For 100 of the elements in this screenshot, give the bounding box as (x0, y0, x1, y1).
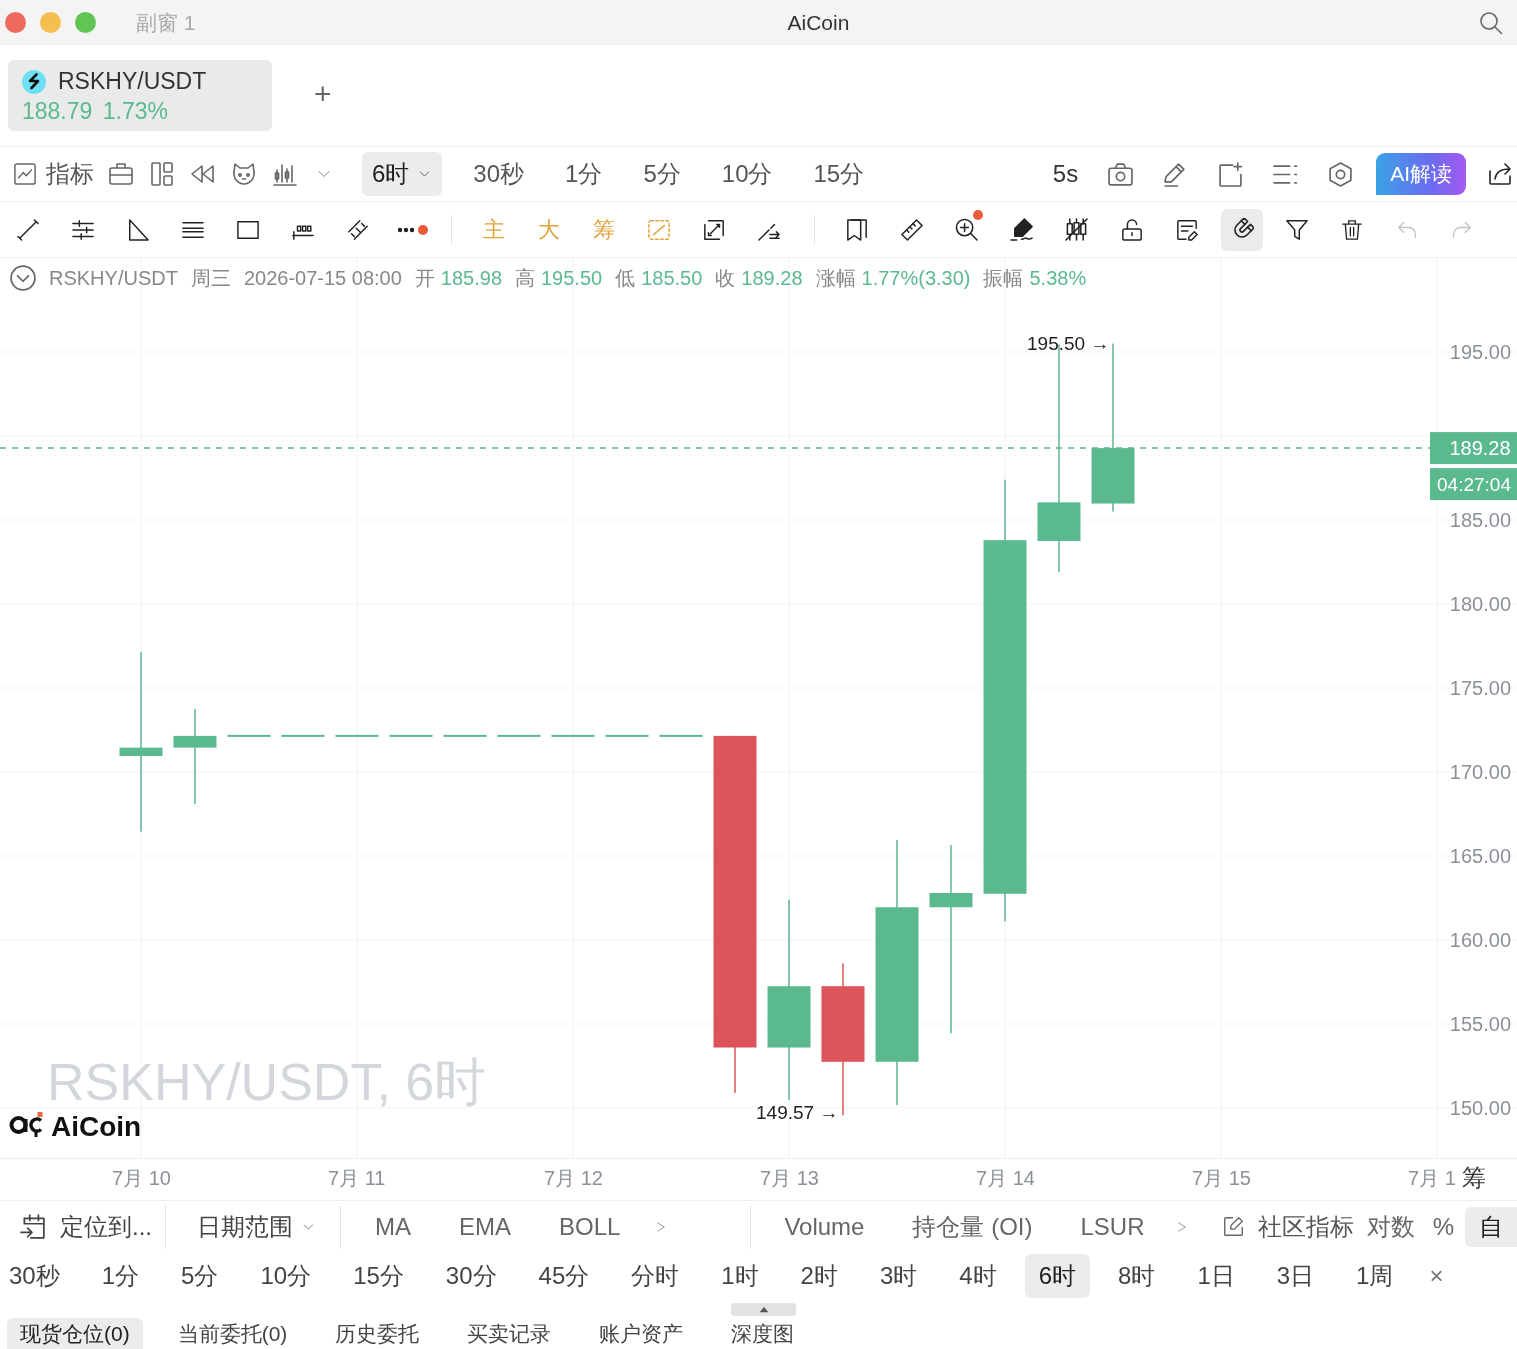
rectangle-tool-icon[interactable] (236, 218, 259, 241)
flat-candle (551, 734, 595, 737)
interval-tab[interactable]: 1分 (555, 152, 613, 196)
marker-icon[interactable] (1010, 218, 1033, 241)
account-tab[interactable]: 买卖记录 (454, 1318, 565, 1349)
bookmark-icon[interactable] (845, 218, 868, 241)
scale-mode-toggle[interactable]: 对数 (1359, 1206, 1422, 1247)
symbol-name: RSKHY/USDT (49, 266, 178, 291)
interval-dropdown[interactable]: 6时 (362, 152, 443, 196)
interval-tab[interactable]: 1日 (1183, 1254, 1249, 1298)
collapse-icon[interactable] (10, 265, 36, 291)
indicator-tab[interactable]: 持仓量 (OI) (912, 1208, 1033, 1245)
triangle-tool-icon[interactable] (126, 218, 149, 241)
bar-chart-icon[interactable] (273, 162, 297, 186)
field-value: 195.50 (541, 266, 603, 291)
interval-tab[interactable]: 30秒 (463, 152, 535, 196)
locate-button[interactable]: 定位到... (20, 1208, 152, 1245)
line-chart-icon (14, 163, 36, 185)
edit-frame-icon[interactable] (702, 218, 725, 241)
interval-tab[interactable]: 10分 (246, 1254, 326, 1298)
note-edit-icon[interactable] (1175, 218, 1198, 241)
indicator-tab[interactable]: LSUR (1080, 1208, 1145, 1245)
interval-tab[interactable]: 45分 (524, 1254, 604, 1298)
rewind-icon[interactable] (191, 162, 215, 186)
community-indicators-button[interactable]: 社区指标 (1222, 1208, 1354, 1245)
cat-icon[interactable] (232, 162, 256, 186)
price-axis-label: 160.00 (1449, 929, 1511, 951)
unlock-icon[interactable] (1120, 218, 1143, 241)
interval-tab[interactable]: 10分 (711, 152, 783, 196)
interval-tab[interactable]: 1周 (1342, 1254, 1408, 1298)
indicators-button[interactable]: 指标 (14, 156, 94, 192)
account-tab[interactable]: 深度图 (718, 1318, 808, 1349)
interval-tab[interactable]: 1分 (87, 1254, 154, 1298)
filter-icon[interactable] (1285, 218, 1308, 241)
interval-tab[interactable]: 5分 (633, 152, 691, 196)
ai-analysis-button[interactable]: AI解读 (1376, 153, 1466, 195)
price-axis-label: 195.00 (1449, 341, 1511, 363)
account-tab[interactable]: 当前委托(0) (164, 1318, 301, 1349)
camera-icon[interactable] (1108, 161, 1134, 187)
field-label: 涨幅 (815, 266, 856, 291)
close-button[interactable]: × (1421, 1258, 1452, 1294)
symbol-tab[interactable]: RSKHY/USDT 188.79 1.73% (8, 60, 272, 131)
field-label: 收 (715, 266, 736, 291)
settings-icon[interactable] (1328, 161, 1354, 187)
ruler-icon[interactable] (900, 218, 923, 241)
scale-mode-toggle[interactable]: % (1425, 1206, 1461, 1247)
indicator-tab[interactable]: EMA (459, 1208, 512, 1245)
field-value: 185.98 (440, 266, 502, 291)
interval-tab[interactable]: 3日 (1262, 1254, 1329, 1298)
interval-tab[interactable]: 30分 (431, 1254, 511, 1298)
date-range-dropdown[interactable]: 日期范围 (197, 1208, 316, 1245)
parallel-lines-icon[interactable] (71, 218, 94, 241)
flat-candle (389, 734, 433, 737)
price-axis-label: 180.00 (1449, 593, 1511, 615)
countdown-tag: 04:27:04 (1430, 468, 1517, 501)
search-icon[interactable] (1479, 10, 1503, 35)
interval-tab[interactable]: 8时 (1104, 1254, 1170, 1298)
field-value: 189.28 (741, 266, 803, 291)
line-tool-icon[interactable] (16, 218, 39, 241)
interval-tab[interactable]: 6时 (1024, 1254, 1091, 1298)
add-panel-icon[interactable] (1218, 161, 1244, 187)
interval-tab[interactable]: 1时 (707, 1254, 773, 1298)
account-tab[interactable]: 历史委托 (322, 1318, 433, 1349)
refresh-rate-button[interactable]: 5s (1052, 156, 1079, 192)
add-tab-button[interactable]: + (314, 79, 332, 109)
interval-tab[interactable]: 3时 (865, 1254, 932, 1298)
interval-tab[interactable]: 5分 (167, 1254, 233, 1298)
share-icon[interactable] (1488, 162, 1512, 186)
interval-tab[interactable]: 15分 (339, 1254, 418, 1298)
account-tab[interactable]: 账户资产 (586, 1318, 697, 1349)
flat-candle (335, 734, 379, 737)
calendar-arrow-icon (20, 1213, 46, 1240)
trash-icon[interactable] (1341, 218, 1362, 241)
last-price-tag: 189.28 (1430, 432, 1517, 465)
interval-tab[interactable]: 15分 (803, 152, 875, 196)
account-tab[interactable]: 现货仓位(0) (7, 1318, 143, 1349)
flat-candle (605, 734, 649, 737)
price-axis-label: 175.00 (1449, 677, 1511, 699)
candles-off-icon[interactable] (1065, 218, 1088, 241)
collapse-handle[interactable] (731, 1302, 796, 1316)
time-axis-label: 7月 12 (544, 1167, 603, 1189)
slash-lines-icon[interactable] (346, 218, 369, 241)
layout-icon[interactable] (150, 162, 174, 186)
field-value: 5.38% (1029, 266, 1087, 291)
indicator-tab[interactable]: BOLL (559, 1208, 621, 1245)
interval-tab[interactable]: 4时 (945, 1254, 1011, 1298)
interval-tab[interactable]: 分时 (617, 1254, 694, 1298)
indicator-tab[interactable]: MA (375, 1208, 411, 1245)
edit-icon (1222, 1216, 1244, 1237)
indicator-tab[interactable]: Volume (784, 1208, 865, 1245)
scale-mode-toggle[interactable]: 自 (1465, 1206, 1517, 1247)
side-panel-tab[interactable]: 筹 (1462, 1164, 1486, 1191)
magnet-button[interactable] (1220, 208, 1263, 251)
price-axis-label: 185.00 (1449, 509, 1511, 531)
interval-tab[interactable]: 2时 (786, 1254, 852, 1298)
briefcase-icon[interactable] (109, 162, 133, 186)
window-close-button[interactable] (5, 12, 26, 33)
price-axis-label: 150.00 (1449, 1097, 1511, 1119)
zoom-in-icon[interactable] (955, 218, 978, 241)
interval-tab[interactable]: 30秒 (0, 1254, 74, 1298)
